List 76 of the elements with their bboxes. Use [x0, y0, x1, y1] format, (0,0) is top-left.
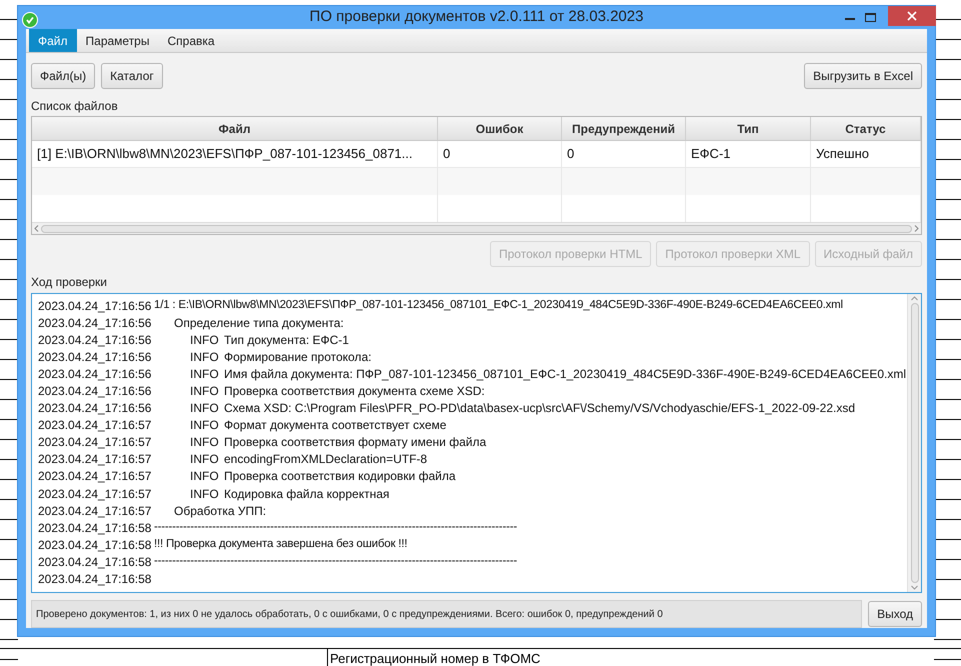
- table-cell: 0: [438, 141, 562, 167]
- log-timestamp: 2023.04.24_17:16:56: [38, 366, 151, 383]
- minimize-button[interactable]: [845, 18, 855, 20]
- log-timestamp: 2023.04.24_17:16:57: [38, 502, 151, 520]
- chevron-left-icon: [34, 225, 39, 232]
- log-text: Проверка соответствия формату имени файла: [224, 434, 486, 452]
- log-text: ----------------------------------------------------------------------------------------------------: [154, 554, 517, 570]
- chevron-up-icon: [911, 296, 918, 301]
- log-text: Формат документа соответствует схеме: [224, 417, 446, 434]
- chevron-down-icon: [911, 585, 918, 590]
- column-header[interactable]: Ошибок: [438, 117, 562, 140]
- chevron-right-icon: [914, 225, 919, 232]
- log-timestamp: 2023.04.24_17:16:56: [38, 314, 151, 332]
- column-header[interactable]: Статус: [811, 117, 921, 140]
- log-level: INFO: [190, 348, 220, 366]
- log-level: INFO: [190, 366, 220, 383]
- maximize-button[interactable]: [865, 13, 876, 22]
- log-level: INFO: [190, 451, 220, 468]
- log-text: Кодировка файла корректная: [224, 486, 390, 503]
- horizontal-scrollbar[interactable]: [32, 222, 921, 234]
- menu-item[interactable]: Параметры: [76, 29, 158, 52]
- log-level: INFO: [190, 434, 220, 452]
- log-text: Формирование протокола:: [224, 348, 372, 366]
- log-timestamp: 2023.04.24_17:16:56: [38, 383, 151, 400]
- log-timestamp: 2023.04.24_17:16:56: [38, 298, 151, 315]
- check-icon: [22, 12, 38, 28]
- exit-button[interactable]: Выход: [868, 601, 922, 627]
- log-text: Схема XSD: C:\Program Files\PFR_PO-PD\data\basex-ucp\src\AF\/Schemy/VS/Vchodyaschie/EFS-1_2022-09-22.xsd: [224, 400, 856, 418]
- column-header[interactable]: Тип: [686, 117, 811, 140]
- document-text: Регистрационный номер в ТФОМС: [330, 650, 540, 666]
- log-text: Проверка соответствия кодировки файла: [224, 468, 456, 486]
- export-button[interactable]: Выгрузить в Excel: [804, 63, 922, 89]
- log-text: !!! Проверка документа завершена без ошибок !!!: [154, 537, 408, 552]
- table-cell: ЕФС-1: [686, 141, 811, 167]
- log-timestamp: 2023.04.24_17:16:57: [38, 468, 151, 486]
- log-level: INFO: [190, 332, 220, 349]
- menu-item[interactable]: Справка: [158, 29, 224, 52]
- log-text: ----------------------------------------------------------------------------------------------------: [154, 520, 517, 536]
- log-text: Имя файла документа: ПФР_087-101-123456_087101_ЕФС-1_20230419_484C5E9D-336F-490E-B249-6CED4EA6CEE0.xml: [224, 366, 906, 383]
- log-timestamp: 2023.04.24_17:16:58: [38, 536, 151, 554]
- log-timestamp: 2023.04.24_17:16:58: [38, 571, 151, 588]
- log-level: INFO: [190, 486, 220, 503]
- column-header[interactable]: Предупреждений: [562, 117, 686, 140]
- log-timestamp: 2023.04.24_17:16:57: [38, 451, 151, 468]
- menu-item[interactable]: Файл: [29, 29, 77, 52]
- log-timestamp: 2023.04.24_17:16:58: [38, 520, 151, 537]
- window-title: ПО проверки документов v2.0.111 от 28.03.2023: [310, 7, 644, 28]
- log-timestamp: 2023.04.24_17:16:56: [38, 400, 151, 418]
- log-timestamp: 2023.04.24_17:16:56: [38, 348, 151, 366]
- log-level: INFO: [190, 417, 220, 434]
- log-timestamp: 2023.04.24_17:16:57: [38, 417, 151, 434]
- close-button[interactable]: [888, 6, 936, 26]
- column-header[interactable]: Файл: [32, 117, 438, 140]
- log-text: encodingFromXMLDeclaration=UTF-8: [224, 451, 428, 468]
- log-text: Проверка соответствия документа схеме XSD:: [224, 383, 485, 400]
- section-title: Список файлов: [30, 98, 119, 113]
- vertical-scrollbar[interactable]: [907, 294, 921, 592]
- log-level: INFO: [190, 383, 220, 400]
- log-text: Определение типа документа:: [174, 314, 344, 332]
- log-text: 1/1 : E:\IB\ORN\lbw8\MN\2023\EFS\ПФР_087-101-123456_087101_ЕФС-1_20230419_484C5E9D-336F-490E-B249-6CED4EA6CEE0.xml: [154, 298, 843, 313]
- toolbar-button[interactable]: Каталог: [101, 63, 163, 89]
- log-timestamp: 2023.04.24_17:16:56: [38, 332, 151, 349]
- log-timestamp: 2023.04.24_17:16:57: [38, 434, 151, 452]
- log-timestamp: 2023.04.24_17:16:58: [38, 554, 151, 571]
- log-text: Обработка УПП:: [174, 502, 266, 520]
- status-bar: Проверено документов: 1, из них 0 не удалось обработать, 0 с ошибками, 0 с предупреждениями. Всего: ошибок 0, предупреждений 0: [31, 600, 862, 628]
- table-cell: [1] E:\IB\ORN\lbw8\MN\2023\EFS\ПФР_087-101-123456_0871...: [32, 141, 438, 167]
- log-level: INFO: [190, 468, 220, 486]
- close-icon: [907, 11, 917, 21]
- section-title: Ход проверки: [30, 274, 108, 289]
- log-level: INFO: [190, 400, 220, 418]
- table-cell: Успешно: [811, 141, 921, 167]
- log-text: Тип документа: ЕФС-1: [224, 332, 349, 349]
- log-timestamp: 2023.04.24_17:16:57: [38, 486, 151, 503]
- toolbar-button[interactable]: Файл(ы): [31, 63, 96, 89]
- table-cell: 0: [562, 141, 686, 167]
